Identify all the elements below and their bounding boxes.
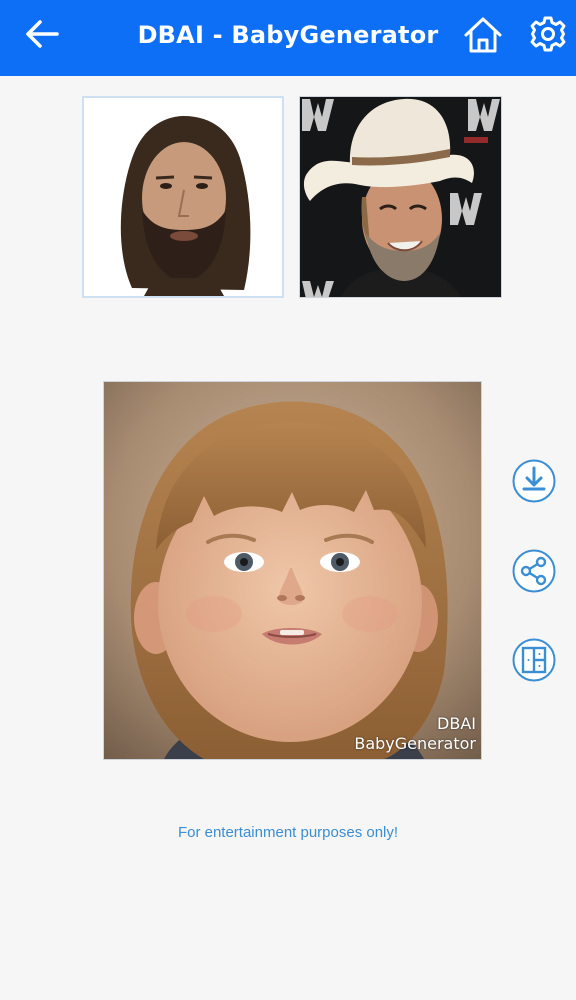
share-icon — [512, 549, 556, 593]
gear-icon — [530, 16, 566, 52]
download-button[interactable] — [511, 458, 557, 504]
home-button[interactable] — [462, 14, 504, 56]
top-app-bar: DBAI - BabyGenerator — [0, 0, 576, 76]
compare-layout-icon — [512, 638, 556, 682]
download-icon — [512, 459, 556, 503]
watermark-line-1: DBAI — [437, 714, 476, 733]
watermark-line-2: BabyGenerator — [354, 734, 476, 753]
baby-portrait — [104, 382, 481, 759]
parent-photo-2-image — [300, 97, 501, 297]
watermark: DBAI BabyGenerator — [354, 714, 476, 754]
app-screen: DBAI - BabyGenerator DBAI BabyGenerator … — [0, 0, 576, 1000]
compare-button[interactable] — [511, 637, 557, 683]
parent-photo-1-image — [84, 98, 282, 296]
home-icon — [464, 17, 502, 53]
parent-photo-2[interactable] — [299, 96, 502, 298]
disclaimer-text: For entertainment purposes only! — [177, 824, 399, 841]
parent-photo-1[interactable] — [82, 96, 284, 298]
generated-baby-image: DBAI BabyGenerator — [103, 381, 482, 760]
settings-button[interactable] — [528, 14, 568, 54]
share-button[interactable] — [511, 548, 557, 594]
